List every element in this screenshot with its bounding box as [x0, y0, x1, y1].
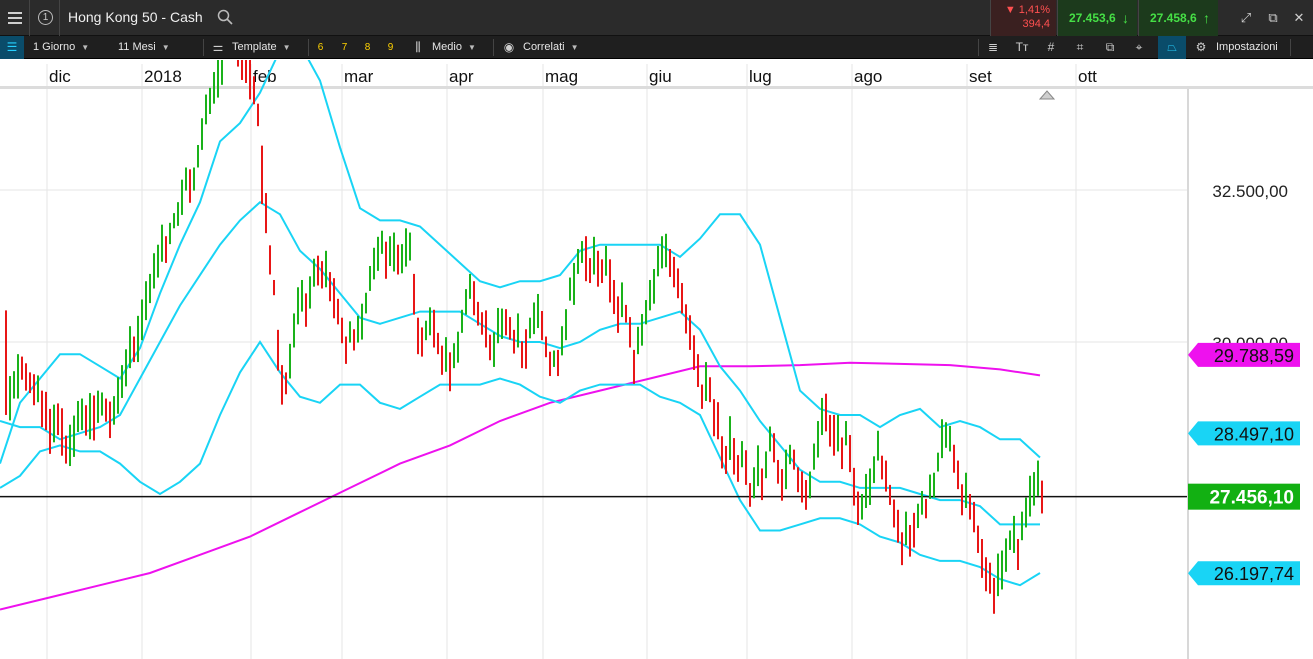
divider: [978, 39, 979, 56]
title-bar: 1 Hong Kong 50 - Cash ▼ 1,41% 394,4 27.4…: [0, 0, 1313, 36]
divider: [308, 39, 309, 56]
magnet-icon[interactable]: ⌖: [1128, 36, 1150, 59]
scroll-marker-icon[interactable]: [1038, 90, 1056, 100]
candles-icon: ⫼: [415, 40, 421, 54]
trading-window: 1 Hong Kong 50 - Cash ▼ 1,41% 394,4 27.4…: [0, 0, 1313, 659]
range-select[interactable]: 11 Mesi: [118, 36, 170, 59]
bb-lower-price-label: 26.197,74: [1214, 564, 1294, 584]
related-select[interactable]: Correlati: [523, 36, 579, 59]
x-tick-label: 2018: [144, 67, 182, 86]
text-size-icon[interactable]: Tт: [1011, 36, 1033, 59]
x-tick-label: apr: [449, 67, 474, 86]
current-price-label: 27.456,10: [1209, 488, 1294, 509]
info-icon: 1: [38, 10, 53, 25]
popout-icon[interactable]: ⧉: [1261, 0, 1285, 36]
x-tick-label: mag: [545, 67, 578, 86]
sell-button[interactable]: 27.453,6 ↓: [1057, 0, 1137, 36]
eye-icon: ◉: [503, 40, 515, 54]
chart-toolbar: ☰ 1 Giorno 11 Mesi ⚌ Template 6 7 8 9 ⫼ …: [0, 36, 1313, 59]
x-tick-label: ott: [1078, 67, 1097, 86]
arrow-up-icon: ↑: [1203, 10, 1210, 26]
search-icon[interactable]: [217, 9, 233, 25]
x-tick-label: mar: [344, 67, 374, 86]
buy-price: 27.458,6: [1150, 11, 1197, 25]
change-percent: ▼ 1,41%: [1004, 4, 1050, 16]
expand-icon[interactable]: ⤢: [1234, 0, 1258, 36]
price-chart[interactable]: dic 2018 feb mar apr mag giu lug ago set ott 32.50…: [0, 19, 1313, 659]
list-icon[interactable]: ☰: [0, 36, 24, 59]
close-icon[interactable]: ✕: [1287, 0, 1311, 36]
preset-8-button[interactable]: 8: [359, 40, 376, 55]
preset-6-button[interactable]: 6: [312, 40, 329, 55]
indicator-select[interactable]: Medio: [432, 36, 476, 59]
bollinger-upper-line: [0, 42, 1041, 464]
sell-price: 27.453,6: [1069, 11, 1116, 25]
date-axis-separator: [0, 86, 1313, 89]
arrow-down-icon: ↓: [1122, 10, 1129, 26]
grid-icon[interactable]: #: [1040, 36, 1062, 59]
gear-icon: ⚙: [1195, 40, 1207, 54]
buy-button[interactable]: 27.458,6 ↑: [1138, 0, 1218, 36]
x-tick-label: lug: [749, 67, 772, 86]
x-tick-label: dic: [49, 67, 71, 86]
change-points: 394,4: [1022, 18, 1050, 30]
bollinger-lower-line: [0, 340, 1041, 587]
divider: [493, 39, 494, 56]
settings-button[interactable]: Impostazioni: [1216, 36, 1278, 59]
tag-icon[interactable]: ⏢: [1158, 36, 1186, 59]
template-select[interactable]: Template: [232, 36, 291, 59]
interval-select[interactable]: 1 Giorno: [33, 36, 89, 59]
copy-icon[interactable]: ⧉: [1099, 36, 1121, 59]
instrument-title: Hong Kong 50 - Cash: [68, 9, 203, 25]
x-tick-label: ago: [854, 67, 882, 86]
chart-canvas[interactable]: dic 2018 feb mar apr mag giu lug ago set ott 32.50…: [0, 19, 1313, 659]
preset-7-button[interactable]: 7: [336, 40, 353, 55]
x-tick-label: giu: [649, 67, 672, 86]
template-icon: ⚌: [212, 40, 224, 54]
menu-icon[interactable]: [0, 0, 30, 36]
preset-9-button[interactable]: 9: [382, 40, 399, 55]
divider: [203, 39, 204, 56]
crosshair-grid-icon[interactable]: ⌗: [1069, 36, 1091, 59]
divider: [1290, 39, 1291, 56]
y-tick-label: 32.500,00: [1212, 182, 1288, 201]
moving-average-line: [0, 361, 1041, 611]
instrument-info-button[interactable]: 1: [30, 0, 60, 36]
x-tick-label: set: [969, 67, 992, 86]
align-icon[interactable]: ≣: [982, 36, 1004, 59]
ma-price-label: 29.788,59: [1214, 346, 1294, 366]
bb-upper-price-label: 28.497,10: [1214, 424, 1294, 444]
daily-change: ▼ 1,41% 394,4: [990, 0, 1056, 36]
